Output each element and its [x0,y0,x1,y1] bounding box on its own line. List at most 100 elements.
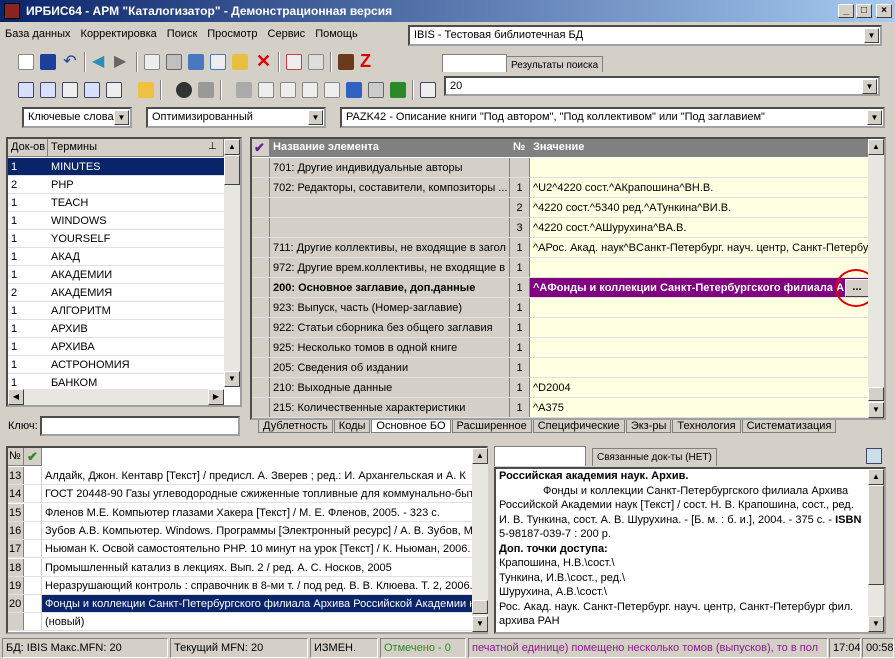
dictionary-row[interactable]: 1 YOURSELF [8,230,224,248]
global-icon[interactable] [84,82,100,98]
result-row[interactable]: 13 Алдайк, Джон. Кентавр [Текст] / предис… [8,467,472,485]
maximize-button[interactable]: □ [856,4,872,18]
tree-icon[interactable] [210,54,226,70]
result-row[interactable]: 17 Ньюман К. Освой самостоятельно PHP. 10… [8,540,472,559]
edit-icon[interactable] [232,54,248,70]
dictionary-row[interactable]: 1 MINUTES [8,158,224,176]
dictionary-hscrollbar[interactable]: ◀ ▶ [8,389,224,405]
editor-row[interactable]: 701: Другие индивидуальные авторы [252,158,868,178]
dictionary-row[interactable]: 1 АРХИВА [8,338,224,356]
excel-icon[interactable] [390,82,406,98]
editor-tab[interactable]: Коды [333,420,371,433]
editor-tab[interactable]: Расширенное [451,420,532,433]
col-name-header[interactable]: Название элемента [270,139,510,157]
key-input[interactable] [40,416,240,436]
editor-scrollbar[interactable]: ▲ ▼ [868,139,884,418]
dictionary-row[interactable]: 1 АСТРОНОМИЯ [8,356,224,374]
dictionary-row[interactable]: 1 АРХИВ [8,320,224,338]
filter-icon[interactable] [62,82,78,98]
dictionary-scrollbar[interactable]: ▲ ▼ [224,139,240,387]
result-row[interactable]: 20 Фонды и коллекции Санкт-Петербургского… [8,595,472,614]
result-mark[interactable] [24,540,42,558]
editor-row[interactable]: 972: Другие врем.коллективы, не входящие… [252,258,868,278]
field-value[interactable]: ^A375 [530,398,868,417]
tools-icon[interactable] [138,82,154,98]
field-value[interactable] [530,318,868,337]
chevron-down-icon[interactable]: ▼ [308,110,323,125]
result-row[interactable]: (новый) [8,613,472,632]
menu-search[interactable]: Поиск [162,24,202,40]
editor-row[interactable]: 210: Выходные данные 1 ^D2004 [252,378,868,398]
import-icon[interactable] [286,54,302,70]
col-value-header[interactable]: Значение [530,139,868,157]
grid-icon[interactable] [166,54,182,70]
editor-row[interactable]: 3 ^4220 сост.^AШурухина^BА.В. [252,218,868,238]
export-icon[interactable] [308,54,324,70]
scroll-left-icon[interactable]: ◀ [8,389,24,405]
tab-linked-docs[interactable]: Связанные док-ты (НЕТ) [592,448,717,466]
col-docs-header[interactable]: Док-ов [8,139,48,157]
tab-full-description[interactable]: Полное описание [494,446,586,466]
editor-tab[interactable]: Основное БО [371,420,451,433]
editor-row[interactable]: 702: Редакторы, составители, композиторы… [252,178,868,198]
new-record-icon[interactable] [18,54,34,70]
dictionary-row[interactable]: 1 АКАДЕМИИ [8,266,224,284]
menu-database[interactable]: База данных [0,24,76,40]
field-value[interactable] [530,338,868,357]
prev-record-icon[interactable]: ◀ [92,54,108,70]
col-num-header[interactable]: № [8,448,24,466]
scroll-thumb[interactable] [868,485,884,585]
editor-row[interactable]: 205: Сведения об издании 1 [252,358,868,378]
dictionary-row[interactable]: 1 АЛГОРИТМ [8,302,224,320]
desc-scrollbar[interactable]: ▲ ▼ [868,469,884,632]
editor-tab[interactable]: Экз-ры [625,420,672,433]
copy-record-icon[interactable] [144,54,160,70]
close-button[interactable]: × [876,4,892,18]
field-value[interactable] [530,158,868,177]
next-record-icon[interactable]: ▶ [114,54,130,70]
result-mark[interactable] [24,558,42,576]
menu-edit[interactable]: Корректировка [76,24,162,40]
editor-tab[interactable]: Дублетность [258,420,333,433]
z3950-icon[interactable]: Z [360,52,376,70]
check-icon[interactable]: ✔ [252,139,270,157]
menu-service[interactable]: Сервис [263,24,311,40]
editor-row[interactable]: 711: Другие коллективы, не входящие в за… [252,238,868,258]
field-value[interactable] [530,358,868,377]
col-num-header[interactable]: № [510,139,530,157]
result-mark[interactable] [24,467,42,484]
search-results-icon[interactable] [40,82,56,98]
table-icon[interactable] [368,82,384,98]
menu-view[interactable]: Просмотр [202,24,262,40]
result-mark[interactable] [24,576,42,594]
tab-new-mfn[interactable]: Новый/MFN [442,54,508,72]
scroll-thumb[interactable] [868,387,884,401]
results-scrollbar[interactable]: ▲ ▼ [472,448,488,632]
editor-row[interactable]: 925: Несколько томов в одной книге 1 [252,338,868,358]
field-value[interactable]: ^4220 сост.^5340 ред.^AТункина^BИ.В. [530,198,868,217]
menu-help[interactable]: Помощь [310,24,363,40]
result-mark[interactable] [24,595,42,613]
scroll-up-icon[interactable]: ▲ [472,448,488,464]
undo-icon[interactable]: ↶ [62,54,78,70]
scroll-up-icon[interactable]: ▲ [224,139,240,155]
save-icon[interactable] [40,54,56,70]
editor-row[interactable]: 922: Статьи сборника без общего заглавия… [252,318,868,338]
result-row[interactable]: 16 Зубов А.В. Компьютер. Windows. Програм… [8,521,472,540]
scroll-up-icon[interactable]: ▲ [868,469,884,485]
field-value[interactable]: ^D2004 [530,378,868,397]
chart-icon[interactable] [346,82,362,98]
report-icon[interactable] [280,82,296,98]
dictionary-row[interactable]: 2 PHP [8,176,224,194]
search-type-combo[interactable]: Ключевые слова ▼ [22,107,132,128]
card-icon[interactable] [258,82,274,98]
field-value[interactable]: ^4220 сост.^AШурухина^BА.В. [530,218,868,237]
print-icon[interactable] [236,82,252,98]
tab-search-results[interactable]: Результаты поиска [506,56,604,72]
minimize-button[interactable]: _ [838,4,854,18]
result-row[interactable]: 15 Фленов М.Е. Компьютер глазами Хакера [… [8,503,472,522]
copy-icon[interactable] [198,82,214,98]
field-value[interactable]: ^U2^4220 сост.^AКрапошина^BН.В. [530,178,868,197]
search-icon[interactable] [18,82,34,98]
list-icon[interactable] [302,82,318,98]
